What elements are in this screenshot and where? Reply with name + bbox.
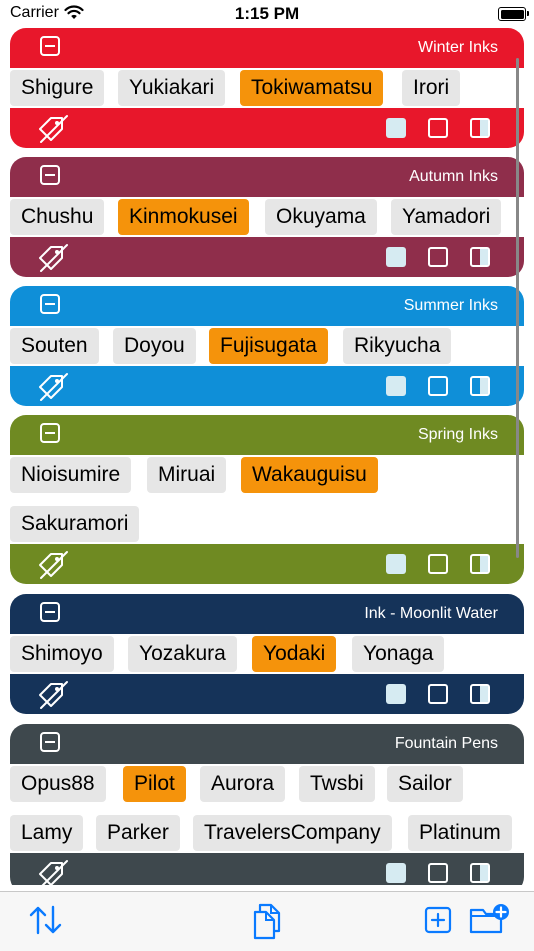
group-header[interactable]: Fountain Pens: [10, 724, 524, 764]
ink-chip[interactable]: Lamy: [10, 815, 84, 851]
chip-area: Opus88 Pilot Aurora Twsbi Sailor Lamy Parker Tr…: [10, 764, 524, 853]
collapse-icon[interactable]: [40, 602, 60, 622]
filled-square-icon[interactable]: [386, 247, 406, 267]
outline-square-icon[interactable]: [428, 554, 448, 574]
ink-chip[interactable]: Shimoyo: [10, 636, 114, 672]
ink-chip[interactable]: Yamadori: [391, 199, 502, 235]
ink-chip[interactable]: Sakuramori: [10, 506, 140, 542]
half-filled-square-icon[interactable]: [470, 118, 490, 138]
group-footer: [10, 853, 524, 885]
ink-chip[interactable]: Shigure: [10, 70, 105, 106]
chip-area: Shimoyo Yozakura Yodaki Yonaga: [10, 634, 524, 674]
chip-area: Chushu Kinmokusei Okuyama Yamadori: [10, 197, 524, 237]
group-footer: [10, 237, 524, 277]
half-filled-square-icon[interactable]: [470, 554, 490, 574]
outline-square-icon[interactable]: [428, 247, 448, 267]
collapse-icon[interactable]: [40, 423, 60, 443]
ink-chip[interactable]: Irori: [402, 70, 461, 106]
group-title: Autumn Inks: [409, 168, 498, 185]
group-title: Winter Inks: [417, 39, 498, 56]
ink-chip[interactable]: TravelersCompany: [193, 815, 392, 851]
filled-square-icon[interactable]: [386, 684, 406, 704]
half-filled-square-icon[interactable]: [470, 863, 490, 883]
ink-chip[interactable]: Doyou: [113, 328, 196, 364]
outline-square-icon[interactable]: [428, 118, 448, 138]
half-filled-square-icon[interactable]: [470, 376, 490, 396]
plus-square-icon[interactable]: [424, 906, 452, 934]
half-filled-square-icon[interactable]: [470, 247, 490, 267]
collapse-icon[interactable]: [40, 165, 60, 185]
ink-chip[interactable]: Yodaki: [252, 636, 337, 672]
group-footer: [10, 108, 524, 148]
tag-slash-icon[interactable]: [38, 859, 70, 885]
filled-square-icon[interactable]: [386, 863, 406, 883]
tag-slash-icon[interactable]: [38, 550, 70, 580]
group-title: Fountain Pens: [394, 735, 498, 752]
group-header[interactable]: Winter Inks: [10, 28, 524, 68]
group-header[interactable]: Summer Inks: [10, 286, 524, 326]
half-filled-square-icon[interactable]: [470, 684, 490, 704]
ink-chip[interactable]: Okuyama: [265, 199, 377, 235]
tag-slash-icon[interactable]: [38, 243, 70, 273]
ink-chip[interactable]: Yonaga: [352, 636, 445, 672]
collapse-icon[interactable]: [40, 36, 60, 56]
ink-chip[interactable]: Chushu: [10, 199, 105, 235]
ink-chip[interactable]: Yukiakari: [118, 70, 226, 106]
group-footer: [10, 366, 524, 406]
chip-area: Souten Doyou Fujisugata Rikyucha: [10, 326, 524, 366]
tag-slash-icon[interactable]: [38, 372, 70, 402]
tag-slash-icon[interactable]: [38, 680, 70, 710]
group-title: Ink - Moonlit Water: [364, 605, 498, 622]
outline-square-icon[interactable]: [428, 376, 448, 396]
ink-chip[interactable]: Nioisumire: [10, 457, 132, 493]
ink-chip[interactable]: Platinum: [408, 815, 512, 851]
sort-arrows-icon[interactable]: [28, 904, 64, 936]
ink-chip[interactable]: Souten: [10, 328, 99, 364]
ink-chip[interactable]: Yozakura: [128, 636, 237, 672]
groups-list[interactable]: Winter Inks Shigure Yukiakari Tokiwamatsu Ir…: [0, 28, 534, 885]
bottom-toolbar: [0, 891, 534, 951]
status-bar: Carrier 1:15 PM: [0, 0, 534, 28]
group-footer: [10, 544, 524, 584]
folder-badge-plus-icon[interactable]: [468, 902, 510, 936]
group-title: Spring Inks: [417, 426, 498, 443]
ink-chip[interactable]: Rikyucha: [343, 328, 452, 364]
chip-area: Shigure Yukiakari Tokiwamatsu Irori: [10, 68, 524, 108]
chip-area: Nioisumire Miruai Wakauguisu Sakuramori: [10, 455, 524, 544]
ink-chip[interactable]: Miruai: [147, 457, 227, 493]
ink-chip[interactable]: Opus88: [10, 766, 106, 802]
ink-chip[interactable]: Aurora: [200, 766, 286, 802]
filled-square-icon[interactable]: [386, 554, 406, 574]
filled-square-icon[interactable]: [386, 118, 406, 138]
scrollbar[interactable]: [516, 58, 519, 558]
filled-square-icon[interactable]: [386, 376, 406, 396]
group-title: Summer Inks: [403, 297, 498, 314]
group-header[interactable]: Ink - Moonlit Water: [10, 594, 524, 634]
tag-slash-icon[interactable]: [38, 114, 70, 144]
group-header[interactable]: Spring Inks: [10, 415, 524, 455]
collapse-icon[interactable]: [40, 732, 60, 752]
ink-chip[interactable]: Fujisugata: [209, 328, 328, 364]
group-footer: [10, 674, 524, 714]
ink-chip[interactable]: Twsbi: [299, 766, 375, 802]
ink-chip[interactable]: Tokiwamatsu: [240, 70, 384, 106]
outline-square-icon[interactable]: [428, 863, 448, 883]
copy-documents-icon[interactable]: [252, 902, 282, 940]
status-time: 1:15 PM: [234, 4, 300, 23]
ink-chip[interactable]: Wakauguisu: [241, 457, 378, 493]
ink-chip[interactable]: Parker: [96, 815, 180, 851]
ink-chip[interactable]: Kinmokusei: [118, 199, 249, 235]
ink-chip[interactable]: Pilot: [123, 766, 186, 802]
group-header[interactable]: Autumn Inks: [10, 157, 524, 197]
collapse-icon[interactable]: [40, 294, 60, 314]
battery-icon: [498, 7, 529, 21]
outline-square-icon[interactable]: [428, 684, 448, 704]
ink-chip[interactable]: Sailor: [387, 766, 463, 802]
